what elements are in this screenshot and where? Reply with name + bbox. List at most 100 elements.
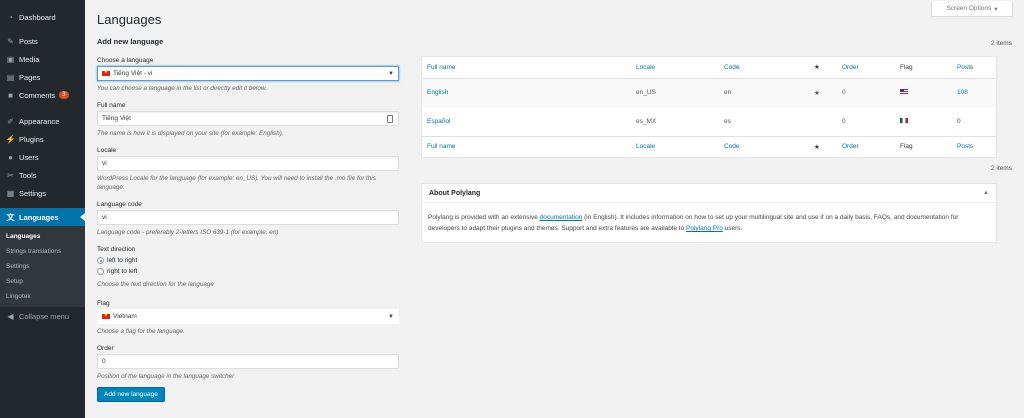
foot-col-default-star: ★ (809, 135, 837, 157)
caret-down-icon: ▾ (994, 5, 998, 13)
locale-value: vi (102, 160, 107, 167)
choose-language-select[interactable]: Tiếng Việt - vi ▼ (97, 66, 399, 81)
order-input[interactable]: 0 (97, 354, 399, 369)
about-text-part: Polylang is provided with an extensive (428, 214, 540, 221)
locale-help: WordPress Locale for the language (for e… (97, 175, 376, 191)
radio-rtl-control[interactable] (97, 268, 104, 275)
menu-label: Dashboard (19, 12, 56, 22)
table-row: Español es_MX es 0 0 (422, 107, 996, 136)
add-new-language-button[interactable]: Add new language (97, 387, 165, 402)
col-code[interactable]: Code (719, 57, 809, 79)
menu-settings[interactable]: ▦ Settings (0, 184, 85, 202)
full-name-label: Full name (97, 102, 126, 109)
menu-label: Appearance (19, 116, 60, 126)
dashboard-icon: ◔ (8, 12, 13, 22)
user-icon: ● (8, 152, 13, 162)
language-locale: en_US (636, 89, 656, 97)
menu-tools[interactable]: ✂ Tools (0, 166, 85, 184)
about-polylang-title: About Polylang (429, 189, 481, 197)
vietnam-flag-icon (102, 312, 110, 319)
foot-col-order[interactable]: Order (837, 135, 895, 157)
col-order[interactable]: Order (837, 57, 895, 79)
submenu-setup[interactable]: Setup (0, 274, 85, 289)
foot-col-posts[interactable]: Posts (952, 135, 996, 157)
submenu-lingotek[interactable]: Lingotek (0, 289, 85, 304)
language-name-link[interactable]: Español (422, 107, 631, 136)
languages-table: Full name Locale Code ★ Order Flag Posts… (421, 56, 997, 158)
language-posts-count: 0 (957, 117, 961, 125)
submenu-strings-translations[interactable]: Strings translations (0, 244, 85, 259)
flag-label: Flag (97, 300, 110, 307)
language-code-input[interactable]: vi (97, 210, 399, 225)
menu-label: Settings (19, 188, 47, 198)
documentation-link[interactable]: documentation (540, 214, 583, 221)
col-flag: Flag (895, 57, 952, 79)
language-name-link[interactable]: English (422, 78, 631, 107)
order-help: Position of the language in the language… (97, 373, 235, 380)
menu-posts[interactable]: ✎ Posts (0, 32, 85, 50)
menu-label: Users (19, 152, 39, 162)
polylang-pro-link[interactable]: Polylang Pro (686, 225, 723, 232)
choose-language-label: Choose a language (97, 57, 154, 64)
items-count-top: 2 items (991, 40, 1012, 47)
menu-users[interactable]: ● Users (0, 148, 85, 166)
menu-media[interactable]: ▣ Media (0, 50, 85, 68)
menu-label: Tools (19, 170, 37, 180)
pin-icon: ✎ (7, 36, 14, 46)
radio-ltr[interactable]: left to right (97, 255, 402, 266)
about-text-part: users. (722, 225, 743, 232)
language-order: 0 (842, 89, 846, 97)
radio-ltr-label: left to right (107, 257, 138, 264)
dropdown-arrow-icon: ▼ (388, 313, 394, 320)
autofill-icon[interactable] (387, 115, 393, 123)
order-value: 0 (102, 358, 106, 365)
collapse-menu-button[interactable]: ◀ Collapse menu (0, 307, 85, 325)
radio-ltr-control[interactable] (97, 257, 104, 264)
translation-icon: 文 (6, 212, 15, 222)
submenu-languages[interactable]: Languages (0, 229, 85, 244)
menu-languages[interactable]: 文 Languages (0, 208, 85, 226)
foot-col-code[interactable]: Code (719, 135, 809, 157)
flag-select[interactable]: Vietnam ▼ (97, 309, 399, 324)
col-full-name[interactable]: Full name (422, 57, 631, 79)
radio-rtl[interactable]: right to left (97, 266, 402, 277)
pages-icon: ▤ (6, 72, 15, 82)
menu-plugins[interactable]: ⚡ Plugins (0, 130, 85, 148)
col-default-star: ★ (809, 57, 837, 79)
comments-count-badge: 3 (59, 91, 69, 99)
col-posts[interactable]: Posts (952, 57, 996, 79)
about-polylang-header[interactable]: About Polylang ▲ (422, 184, 996, 203)
flag-help: Choose a flag for the language. (97, 328, 185, 335)
vietnam-flag-icon (102, 69, 110, 76)
screen-options-button[interactable]: Screen Options ▾ (931, 1, 1013, 17)
full-name-input[interactable]: Tiếng Việt (97, 111, 399, 126)
foot-col-full-name[interactable]: Full name (422, 135, 631, 157)
menu-label: Collapse menu (19, 311, 70, 321)
submenu-settings[interactable]: Settings (0, 259, 85, 274)
locale-input[interactable]: vi (97, 156, 399, 171)
language-order: 0 (842, 117, 846, 125)
menu-label: Media (19, 54, 40, 64)
table-row: English en_US en ★ 0 108 (422, 78, 996, 107)
default-language-star-icon[interactable] (809, 107, 837, 136)
menu-label: Comments (19, 90, 56, 100)
foot-col-locale[interactable]: Locale (631, 135, 719, 157)
default-language-star-icon[interactable]: ★ (809, 78, 837, 107)
language-code-value: vi (102, 214, 107, 221)
text-direction-help: Choose the text direction for the langua… (97, 281, 214, 288)
menu-pages[interactable]: ▤ Pages (0, 68, 85, 86)
language-posts-link[interactable]: 108 (952, 78, 996, 107)
col-locale[interactable]: Locale (631, 57, 719, 79)
menu-dashboard[interactable]: ◔ Dashboard (0, 8, 85, 26)
settings-icon: ▦ (6, 188, 15, 198)
choose-language-value: Tiếng Việt - vi (113, 70, 153, 77)
order-label: Order (97, 345, 114, 352)
us-flag-icon (900, 89, 908, 95)
form-heading: Add new language (97, 37, 164, 46)
languages-submenu: Languages Strings translations Settings … (0, 226, 85, 307)
collapse-arrow-icon[interactable]: ▲ (983, 190, 989, 196)
menu-appearance[interactable]: ✐ Appearance (0, 112, 85, 130)
full-name-value: Tiếng Việt (102, 115, 131, 122)
main-content: Screen Options ▾ Languages Add new langua… (85, 0, 1024, 418)
menu-comments[interactable]: ■ Comments 3 (0, 86, 85, 104)
